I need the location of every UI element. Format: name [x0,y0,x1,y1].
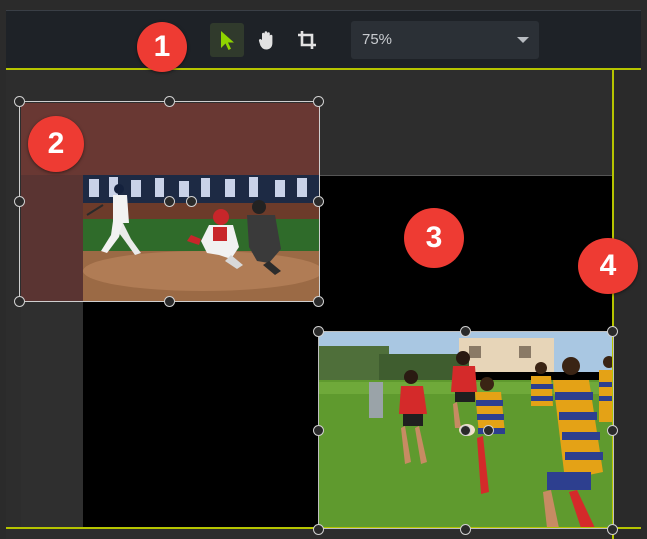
resize-handle-bottom-left[interactable] [14,296,25,307]
resize-handle-top-left[interactable] [14,96,25,107]
crop-handle[interactable] [164,196,175,207]
editor-window: 75% 1 2 3 4 [0,0,647,539]
preview-canvas[interactable] [6,68,641,539]
hand-tool-button[interactable] [250,23,284,57]
canvas-toolbar: 75% [6,10,641,69]
crop-handle[interactable] [483,425,494,436]
resize-handle-bottom-left[interactable] [313,524,324,535]
select-tool-button[interactable] [210,23,244,57]
resize-handle-top-right[interactable] [607,326,618,337]
resize-handle-top[interactable] [460,326,471,337]
callout-badge-4: 4 [578,238,638,294]
arrow-cursor-icon [221,31,234,50]
zoom-dropdown[interactable]: 75% [351,21,539,59]
resize-handle-top-left[interactable] [313,326,324,337]
callout-badge-1: 1 [137,22,187,72]
resize-handle-top-right[interactable] [313,96,324,107]
resize-handle-top[interactable] [164,96,175,107]
callout-badge-3: 3 [404,208,464,268]
safe-area-guide-top [6,68,641,70]
crop-handle[interactable] [460,425,471,436]
resize-handle-bottom-right[interactable] [313,296,324,307]
resize-handle-left[interactable] [313,425,324,436]
resize-handle-left[interactable] [14,196,25,207]
crop-icon [298,31,316,49]
canvas-margin [612,68,641,539]
callout-badge-2: 2 [28,116,84,172]
resize-handle-bottom-right[interactable] [607,524,618,535]
zoom-value: 75% [362,31,393,48]
resize-handle-right[interactable] [313,196,324,207]
crop-handle[interactable] [186,196,197,207]
chevron-down-icon [517,37,529,43]
resize-handle-bottom[interactable] [460,524,471,535]
resize-handle-bottom[interactable] [164,296,175,307]
resize-handle-right[interactable] [607,425,618,436]
hand-icon [258,31,273,50]
crop-tool-button[interactable] [290,23,324,57]
